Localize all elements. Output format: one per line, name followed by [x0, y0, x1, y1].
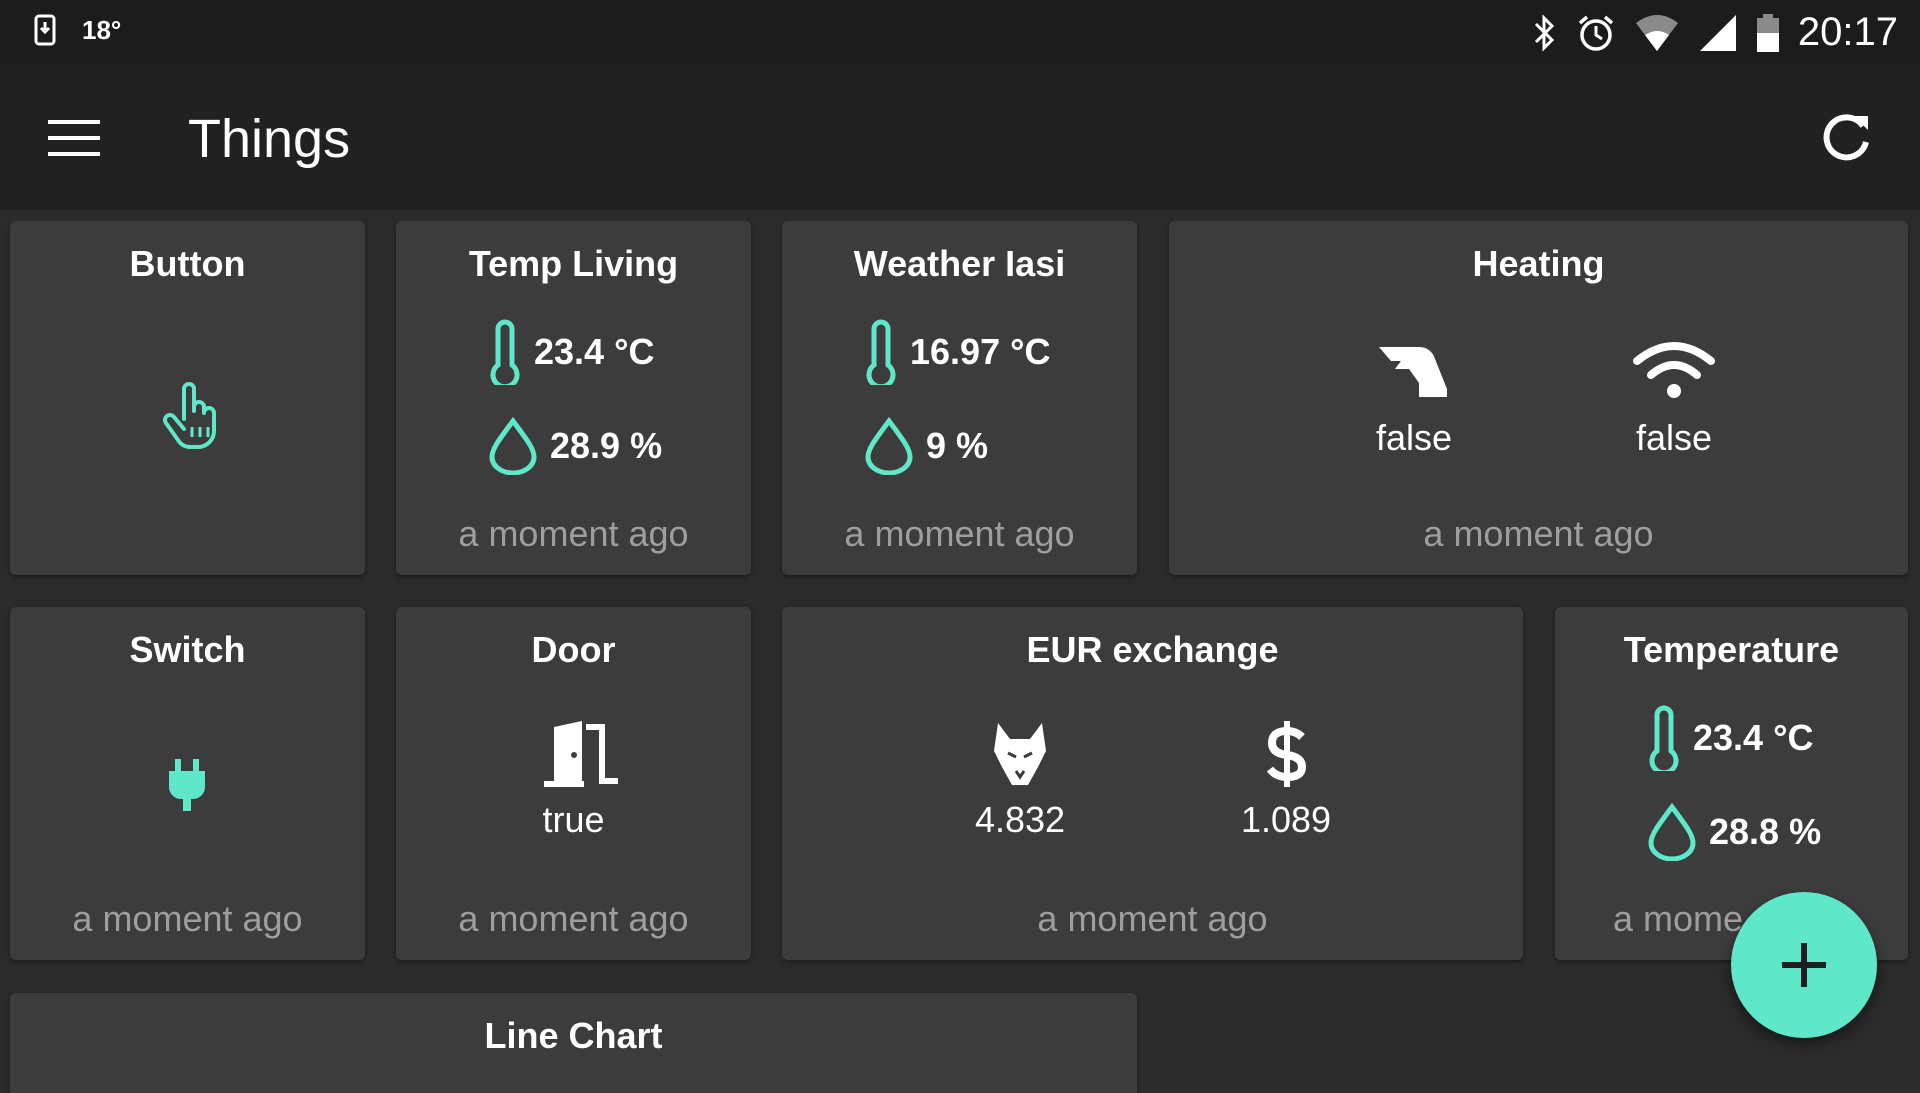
dollar-icon: [1266, 721, 1307, 787]
eur-ron-rate: 4.832: [974, 799, 1066, 840]
tile-title: Weather Iasi: [853, 243, 1066, 284]
humidity-drop-icon: [1648, 803, 1696, 861]
tile-title: EUR exchange: [1026, 629, 1279, 670]
tile-heating[interactable]: Heating false false a moment ago: [1169, 221, 1908, 575]
status-bar: 18° 20:17: [0, 0, 1920, 64]
updated-time: a moment ago: [1037, 898, 1268, 939]
bluetooth-icon: [1534, 13, 1555, 52]
updated-time: a moment ago: [458, 898, 689, 939]
page-title: Things: [188, 109, 351, 169]
updated-time: a moment ago: [844, 513, 1075, 554]
tile-weather-iasi[interactable]: Weather Iasi 16.97 °C 9 % a moment ago: [782, 221, 1137, 575]
updated-time: a moment ago: [72, 898, 303, 939]
status-clock: 20:17: [1797, 10, 1898, 54]
updated-time: a moment ago: [458, 513, 689, 554]
refresh-icon: [1823, 114, 1869, 161]
door-icon: [544, 721, 618, 787]
thermometer-icon: [866, 319, 896, 385]
heating-value-1: false: [1375, 417, 1453, 458]
humidity-value: 28.9 %: [550, 425, 663, 466]
tile-temperature[interactable]: Temperature 23.4 °C 28.8 % a mome: [1555, 607, 1908, 960]
hamburger-menu-icon: [48, 120, 100, 156]
tile-eur-exchange[interactable]: EUR exchange 4.832 1.089 a moment ago: [782, 607, 1523, 960]
tile-switch[interactable]: Switch a moment ago: [10, 607, 365, 960]
refresh-button[interactable]: [1816, 108, 1876, 168]
temperature-value: 16.97 °C: [910, 331, 1051, 372]
tile-temp-living[interactable]: Temp Living 23.4 °C 28.9 % a moment ago: [396, 221, 751, 575]
app-bar: Things: [0, 64, 1920, 210]
thermometer-icon: [1649, 705, 1679, 771]
menu-button[interactable]: [44, 116, 104, 160]
heating-value-2: false: [1635, 417, 1713, 458]
plug-icon: [169, 759, 205, 811]
tile-button[interactable]: Button: [10, 221, 365, 575]
tile-title: Temperature: [1623, 629, 1840, 670]
humidity-drop-icon: [489, 417, 537, 475]
signal-icon: [1699, 14, 1736, 51]
tile-title: Door: [531, 629, 616, 670]
humidity-drop-icon: [865, 417, 913, 475]
tile-title: Button: [129, 243, 246, 284]
humidity-value: 28.8 %: [1709, 811, 1822, 852]
tile-line-chart[interactable]: Line Chart: [10, 993, 1137, 1093]
thermometer-icon: [490, 319, 520, 385]
temperature-value: 23.4 °C: [1693, 717, 1814, 758]
tile-title: Switch: [129, 629, 246, 670]
tile-door[interactable]: Door true a moment ago: [396, 607, 751, 960]
door-value: true: [542, 799, 605, 840]
wolf-head-icon: [994, 723, 1046, 785]
battery-icon: [1756, 13, 1779, 52]
alarm-icon: [1578, 15, 1614, 51]
tile-title: Line Chart: [484, 1015, 663, 1056]
wifi-icon: [1635, 14, 1678, 51]
status-temperature: 18°: [82, 14, 122, 45]
updated-time: a moment ago: [1423, 513, 1654, 554]
temperature-value: 23.4 °C: [534, 331, 655, 372]
plus-icon: [1782, 943, 1826, 987]
add-thing-button[interactable]: [1731, 892, 1877, 1038]
humidity-value: 9 %: [926, 425, 989, 466]
download-notification-icon: [34, 14, 56, 46]
tile-title: Temp Living: [468, 243, 679, 284]
hand-switch-icon: [1379, 346, 1447, 397]
wifi-signal-icon: [1633, 342, 1715, 398]
eur-usd-rate: 1.089: [1240, 799, 1332, 840]
tile-title: Heating: [1472, 243, 1605, 284]
pointer-hand-icon: [163, 382, 216, 449]
